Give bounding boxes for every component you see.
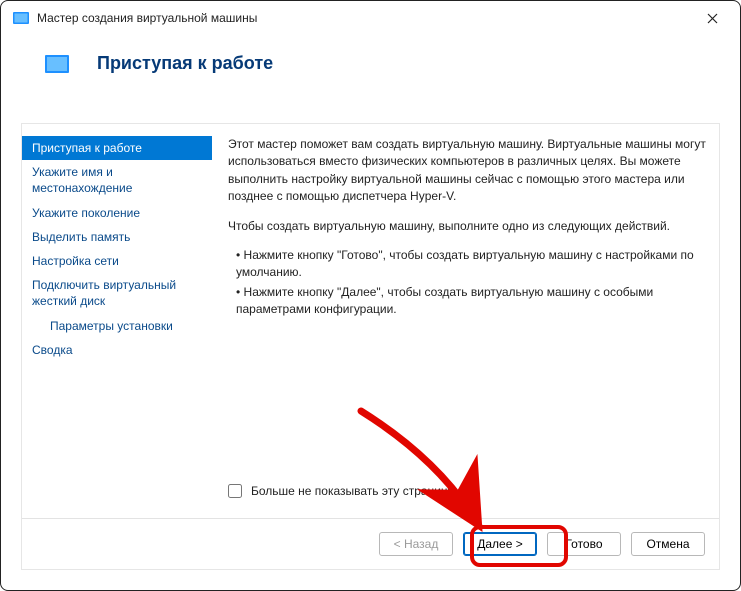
back-button[interactable]: < Назад — [379, 532, 453, 556]
window-title: Мастер создания виртуальной машины — [37, 11, 690, 25]
dont-show-again-checkbox[interactable] — [228, 484, 242, 498]
action-list: Нажмите кнопку "Готово", чтобы создать в… — [236, 247, 707, 319]
action-finish-default: Нажмите кнопку "Готово", чтобы создать в… — [236, 247, 707, 282]
wizard-inner: Приступая к работеУкажите имя и местонах… — [22, 124, 719, 519]
wizard-content: Этот мастер поможет вам создать виртуаль… — [216, 124, 719, 519]
next-button[interactable]: Далее > — [463, 532, 537, 556]
sidebar-step[interactable]: Укажите имя и местонахождение — [22, 160, 212, 200]
sidebar-step[interactable]: Приступая к работе — [22, 136, 212, 160]
wizard-body: Приступая к работеУкажите имя и местонах… — [21, 123, 720, 570]
cancel-button[interactable]: Отмена — [631, 532, 705, 556]
sidebar-step[interactable]: Выделить память — [22, 225, 212, 249]
hyperv-icon — [13, 10, 29, 26]
sidebar-step[interactable]: Подключить виртуальный жесткий диск — [22, 273, 212, 313]
close-icon — [707, 13, 718, 24]
dont-show-again-row: Больше не показывать эту страницу — [224, 481, 454, 501]
dont-show-again-label: Больше не показывать эту страницу — [251, 484, 454, 498]
hyperv-icon — [45, 55, 69, 73]
sidebar-step[interactable]: Укажите поколение — [22, 201, 212, 225]
titlebar: Мастер создания виртуальной машины — [1, 1, 740, 35]
close-button[interactable] — [690, 3, 734, 33]
wizard-steps-sidebar: Приступая к работеУкажите имя и местонах… — [22, 124, 216, 519]
sidebar-step[interactable]: Параметры установки — [22, 314, 212, 338]
action-next-custom: Нажмите кнопку "Далее", чтобы создать ви… — [236, 284, 707, 319]
page-title: Приступая к работе — [97, 53, 273, 74]
wizard-footer: < Назад Далее > Готово Отмена — [22, 518, 719, 569]
sidebar-step[interactable]: Настройка сети — [22, 249, 212, 273]
finish-button[interactable]: Готово — [547, 532, 621, 556]
sidebar-step[interactable]: Сводка — [22, 338, 212, 362]
intro-paragraph-1: Этот мастер поможет вам создать виртуаль… — [228, 136, 707, 206]
wizard-header: Приступая к работе — [1, 35, 740, 96]
wizard-window: Мастер создания виртуальной машины Прист… — [0, 0, 741, 591]
intro-paragraph-2: Чтобы создать виртуальную машину, выполн… — [228, 218, 707, 235]
